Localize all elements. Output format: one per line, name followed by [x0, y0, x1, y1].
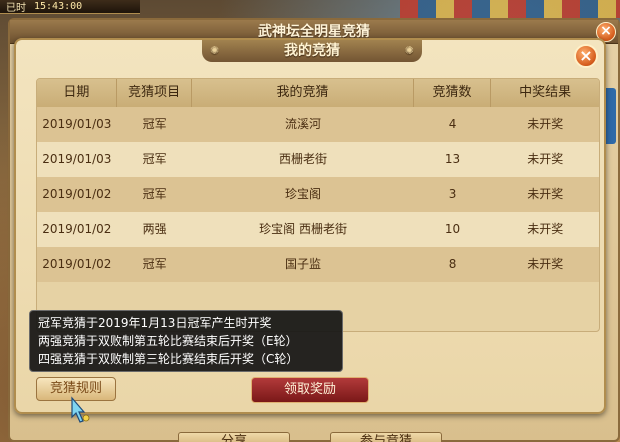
header-item: 竞猜项目: [117, 79, 193, 107]
cell-item: 冠军: [142, 257, 167, 271]
cell-pick: 流溪河: [285, 117, 322, 131]
table-row: 2019/01/02 两强 珍宝阁 西栅老街 10 未开奖: [37, 212, 599, 247]
cell-result: 未开奖: [527, 257, 564, 271]
cell-pick: 国子监: [285, 257, 322, 271]
hud-clock-bar: 已时 15:43:00: [0, 0, 140, 14]
cell-count: 3: [448, 187, 457, 201]
table-row: 2019/01/02 冠军 珍宝阁 3 未开奖: [37, 177, 599, 212]
rules-tooltip: 冠军竞猜于2019年1月13日冠军产生时开奖 两强竞猜于双败制第五轮比赛结束后开…: [29, 310, 343, 372]
cell-item: 冠军: [142, 187, 167, 201]
cell-result: 未开奖: [527, 117, 564, 131]
cell-count: 10: [444, 222, 461, 236]
pointer-cursor-icon: [71, 396, 90, 423]
cell-pick: 珍宝阁 西栅老街: [259, 222, 347, 236]
header-count: 竞猜数: [414, 79, 492, 107]
header-pick: 我的竞猜: [192, 79, 414, 107]
cell-pick: 西栅老街: [279, 152, 328, 166]
claim-reward-button[interactable]: 领取奖励: [251, 377, 369, 403]
close-icon[interactable]: ×: [574, 44, 598, 68]
header-date: 日期: [37, 79, 117, 107]
cell-result: 未开奖: [527, 187, 564, 201]
cell-date: 2019/01/03: [42, 152, 112, 166]
cell-pick: 珍宝阁: [285, 187, 322, 201]
table-row: 2019/01/02 冠军 国子监 8 未开奖: [37, 247, 599, 282]
tooltip-line: 两强竞猜于双败制第五轮比赛结束后开奖（E轮）: [38, 334, 298, 348]
cell-result: 未开奖: [527, 222, 564, 236]
cell-item: 两强: [142, 222, 167, 236]
header-result: 中奖结果: [519, 85, 572, 100]
top-decoration-banner: [400, 0, 620, 18]
cell-result: 未开奖: [527, 152, 564, 166]
hud-status: 已时: [6, 3, 26, 14]
share-button[interactable]: 分享: [178, 432, 290, 442]
table-row: 2019/01/03 冠军 西栅老街 13 未开奖: [37, 142, 599, 177]
cell-date: 2019/01/03: [42, 117, 112, 131]
tooltip-line: 冠军竞猜于2019年1月13日冠军产生时开奖: [38, 316, 272, 330]
cell-count: 13: [444, 152, 461, 166]
hud-time: 15:43:00: [34, 1, 83, 12]
join-guess-button[interactable]: 参与竞猜: [330, 432, 442, 442]
cell-count: 4: [448, 117, 457, 131]
cell-date: 2019/01/02: [42, 257, 112, 271]
cell-count: 8: [448, 257, 457, 271]
guesses-table: 日期 竞猜项目 我的竞猜 竞猜数 中奖结果 2019/01/03 冠军 流溪河 …: [36, 78, 600, 332]
cell-item: 冠军: [142, 117, 167, 131]
table-row: 2019/01/03 冠军 流溪河 4 未开奖: [37, 107, 599, 142]
cell-date: 2019/01/02: [42, 187, 112, 201]
cell-date: 2019/01/02: [42, 222, 112, 236]
table-header: 日期 竞猜项目 我的竞猜 竞猜数 中奖结果: [37, 79, 599, 107]
tooltip-line: 四强竞猜于双败制第三轮比赛结束后开奖（C轮）: [38, 352, 299, 366]
cell-item: 冠军: [142, 152, 167, 166]
dialog-title: 我的竞猜: [202, 40, 422, 62]
